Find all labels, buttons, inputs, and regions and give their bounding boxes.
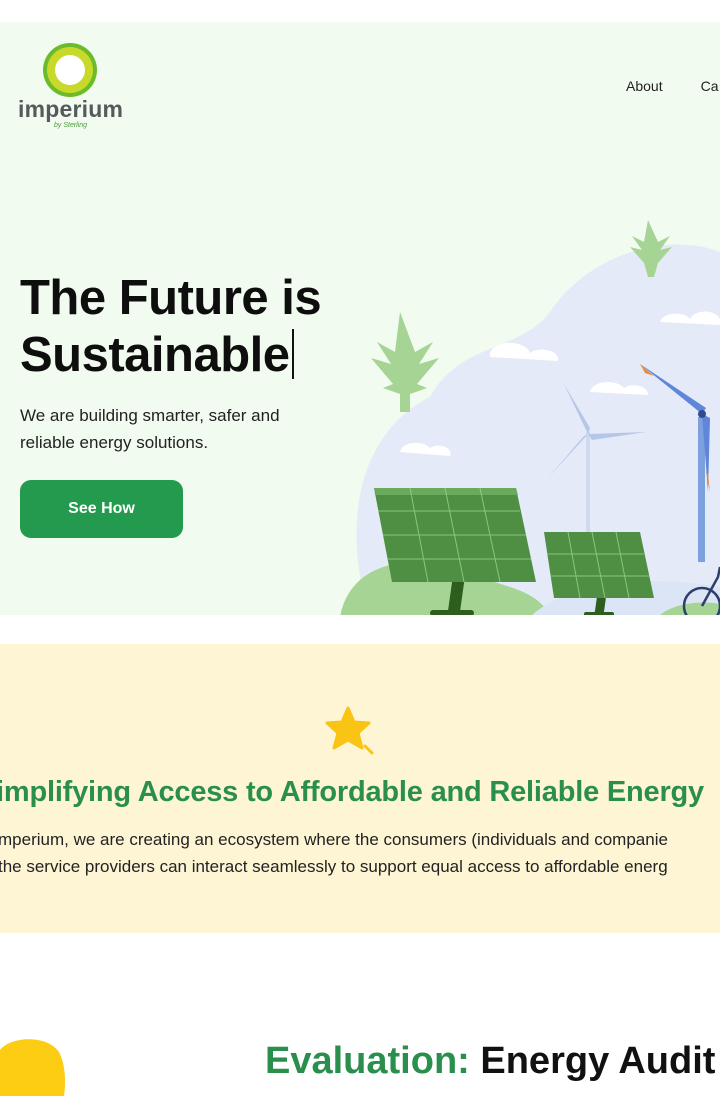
- nav-item-ca[interactable]: Ca: [701, 78, 719, 94]
- brand-name: imperium: [18, 96, 124, 122]
- hero-section: imperium by Sterling About Ca The Future…: [0, 22, 720, 615]
- mission-text: mperium, we are creating an ecosystem wh…: [0, 826, 720, 880]
- hero-title: The Future is Sustainable: [20, 270, 322, 384]
- energy-audit-title: Energy Audit: [480, 1040, 716, 1082]
- mission-text-line1: mperium, we are creating an ecosystem wh…: [0, 830, 668, 849]
- hero-title-line2: Sustainable: [20, 328, 290, 382]
- hero-title-line1: The Future is: [20, 271, 322, 325]
- renewable-energy-illustration: [340, 220, 720, 615]
- yellow-blob-decoration: [0, 1039, 65, 1096]
- main-nav: About Ca: [626, 78, 719, 94]
- text-caret: [291, 329, 294, 379]
- evaluation-heading: Evaluation: Energy Audit: [265, 1040, 715, 1083]
- star-icon: [325, 706, 374, 755]
- evaluation-label: Evaluation:: [265, 1040, 470, 1082]
- mission-text-line2: the service providers can interact seaml…: [0, 857, 668, 876]
- nav-item-about[interactable]: About: [626, 78, 663, 94]
- brand-tagline: by Sterling: [54, 122, 88, 129]
- brand-logo[interactable]: imperium by Sterling: [18, 42, 128, 132]
- see-how-button[interactable]: See How: [20, 480, 183, 538]
- logo-ring-icon: [43, 43, 97, 97]
- mission-section: implifying Access to Affordable and Reli…: [0, 644, 720, 933]
- hero-subtitle: We are building smarter, safer and relia…: [20, 406, 280, 452]
- mission-title: implifying Access to Affordable and Reli…: [0, 776, 704, 808]
